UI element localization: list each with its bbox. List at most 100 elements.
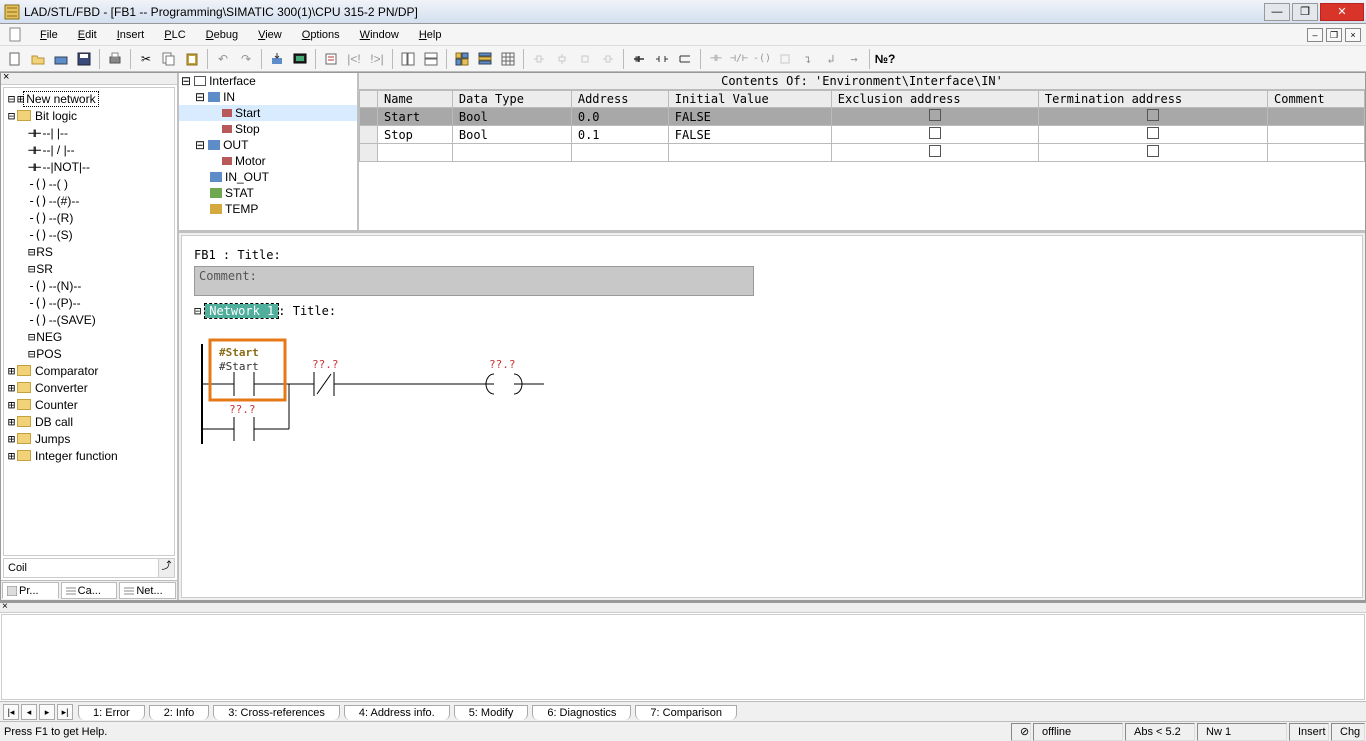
tab-nav-next[interactable]: ▸ xyxy=(39,704,55,720)
output-tab-diag[interactable]: 6: Diagnostics xyxy=(532,705,631,720)
network-label[interactable]: Network 1 xyxy=(205,304,278,318)
checkbox[interactable] xyxy=(1147,127,1159,139)
no-contact-button[interactable]: ⊣⊢ xyxy=(705,48,727,70)
col-init[interactable]: Initial Value xyxy=(668,91,831,108)
new-button[interactable] xyxy=(4,48,26,70)
network-title-suffix[interactable]: : Title: xyxy=(278,304,336,318)
palette-item[interactable]: POS xyxy=(34,347,61,361)
table-row[interactable]: StartBool0.0FALSE xyxy=(360,108,1365,126)
menu-view[interactable]: View xyxy=(248,26,292,44)
tree-expander[interactable]: ⊟ xyxy=(6,109,17,123)
menu-edit[interactable]: Edit xyxy=(68,26,107,44)
tree-expander[interactable]: ⊟ xyxy=(195,90,205,104)
palette-item[interactable]: --(SAVE) xyxy=(47,313,96,327)
download-button[interactable] xyxy=(266,48,288,70)
help-button[interactable]: №? xyxy=(874,48,896,70)
mdi-close[interactable]: × xyxy=(1345,28,1361,42)
minimize-button[interactable]: — xyxy=(1264,3,1290,21)
checkbox[interactable] xyxy=(929,145,941,157)
output-close[interactable] xyxy=(0,603,1366,613)
close-button[interactable]: ✕ xyxy=(1320,3,1364,21)
palette-item[interactable]: --(R) xyxy=(47,211,74,225)
palette-folder[interactable]: Jumps xyxy=(33,432,70,446)
connection-button[interactable]: → xyxy=(843,48,865,70)
palette-search-input[interactable] xyxy=(4,559,158,577)
palette-item[interactable]: --( ) xyxy=(47,177,68,191)
checkbox[interactable] xyxy=(929,109,941,121)
palette-item[interactable]: --|NOT|-- xyxy=(40,160,90,174)
output-tab-modify[interactable]: 5: Modify xyxy=(454,705,529,720)
out-folder[interactable]: OUT xyxy=(223,138,248,152)
output-tab-compare[interactable]: 7: Comparison xyxy=(635,705,737,720)
palette-folder[interactable]: Converter xyxy=(33,381,88,395)
save-online-button[interactable] xyxy=(50,48,72,70)
stat-folder[interactable]: STAT xyxy=(225,186,254,200)
col-excl[interactable]: Exclusion address xyxy=(831,91,1038,108)
palette-folder[interactable]: Integer function xyxy=(33,449,118,463)
output-tab-error[interactable]: 1: Error xyxy=(78,705,145,720)
inout-folder[interactable]: IN_OUT xyxy=(225,170,269,184)
tree-expander[interactable]: ⊞ xyxy=(6,415,17,429)
var-item[interactable]: Stop xyxy=(235,122,260,136)
checkbox[interactable] xyxy=(1147,145,1159,157)
tree-expander[interactable]: ⊟ xyxy=(181,74,191,88)
coil-button[interactable]: -() xyxy=(751,48,773,70)
sym-3-button[interactable] xyxy=(574,48,596,70)
menu-insert[interactable]: Insert xyxy=(107,26,155,44)
tab-network[interactable]: Net... xyxy=(119,582,176,599)
menu-window[interactable]: Window xyxy=(350,26,409,44)
new-network-item[interactable]: New network xyxy=(23,91,98,107)
sym-4-button[interactable] xyxy=(597,48,619,70)
palette-item[interactable]: RS xyxy=(34,245,53,259)
table-row-empty[interactable] xyxy=(360,144,1365,162)
nc-contact-button[interactable]: ⊣/⊢ xyxy=(728,48,750,70)
col-type[interactable]: Data Type xyxy=(452,91,571,108)
paste-button[interactable] xyxy=(181,48,203,70)
redo-button[interactable]: ↷ xyxy=(235,48,257,70)
print-button[interactable] xyxy=(104,48,126,70)
palette-item[interactable]: --| / |-- xyxy=(40,143,74,157)
in-folder[interactable]: IN xyxy=(223,90,235,104)
table-row[interactable]: StopBool0.1FALSE xyxy=(360,126,1365,144)
palette-tree[interactable]: ⊟⊞New network ⊟Bit logic ⊣⊢--| |-- ⊣⊢--|… xyxy=(3,87,175,556)
palette-item[interactable]: NEG xyxy=(34,330,62,344)
insert-network-button[interactable] xyxy=(628,48,650,70)
menu-help[interactable]: Help xyxy=(409,26,452,44)
interface-root[interactable]: Interface xyxy=(209,74,256,88)
checkbox[interactable] xyxy=(1147,109,1159,121)
menu-debug[interactable]: Debug xyxy=(196,26,248,44)
palette-item[interactable]: --(P)-- xyxy=(47,296,81,310)
tab-program[interactable]: Pr... xyxy=(2,582,59,599)
copy-button[interactable] xyxy=(158,48,180,70)
col-term[interactable]: Termination address xyxy=(1038,91,1267,108)
ref-button[interactable] xyxy=(320,48,342,70)
view-overview-button[interactable] xyxy=(397,48,419,70)
palette-item[interactable]: --(#)-- xyxy=(47,194,80,208)
bitlogic-folder[interactable]: Bit logic xyxy=(33,109,77,123)
monitor-button[interactable] xyxy=(289,48,311,70)
tree-expander[interactable]: ⊞ xyxy=(6,432,17,446)
tab-nav-prev[interactable]: ◂ xyxy=(21,704,37,720)
goto-next-button[interactable]: !>| xyxy=(366,48,388,70)
catalog-2-button[interactable] xyxy=(474,48,496,70)
box-button[interactable] xyxy=(774,48,796,70)
branch-close-button[interactable]: ↲ xyxy=(820,48,842,70)
tree-expander[interactable]: ⊞ xyxy=(6,398,17,412)
catalog-3-button[interactable] xyxy=(497,48,519,70)
fb-title[interactable]: FB1 : Title: xyxy=(194,248,1350,262)
palette-item[interactable]: --| |-- xyxy=(40,126,68,140)
tree-expander[interactable]: ⊟ xyxy=(6,92,17,106)
palette-close[interactable] xyxy=(1,73,177,85)
output-tab-xref[interactable]: 3: Cross-references xyxy=(213,705,340,720)
variable-table[interactable]: Name Data Type Address Initial Value Exc… xyxy=(359,90,1365,162)
tab-nav-first[interactable]: |◂ xyxy=(3,704,19,720)
tree-expander[interactable]: ⊞ xyxy=(6,449,17,463)
branch-open-button[interactable]: ↴ xyxy=(797,48,819,70)
mdi-minimize[interactable]: – xyxy=(1307,28,1323,42)
output-tab-addr[interactable]: 4: Address info. xyxy=(344,705,450,720)
block-comment[interactable]: Comment: xyxy=(194,266,754,296)
save-button[interactable] xyxy=(73,48,95,70)
goto-prev-button[interactable]: |<! xyxy=(343,48,365,70)
palette-folder[interactable]: Comparator xyxy=(33,364,98,378)
tab-call[interactable]: Ca... xyxy=(61,582,118,599)
